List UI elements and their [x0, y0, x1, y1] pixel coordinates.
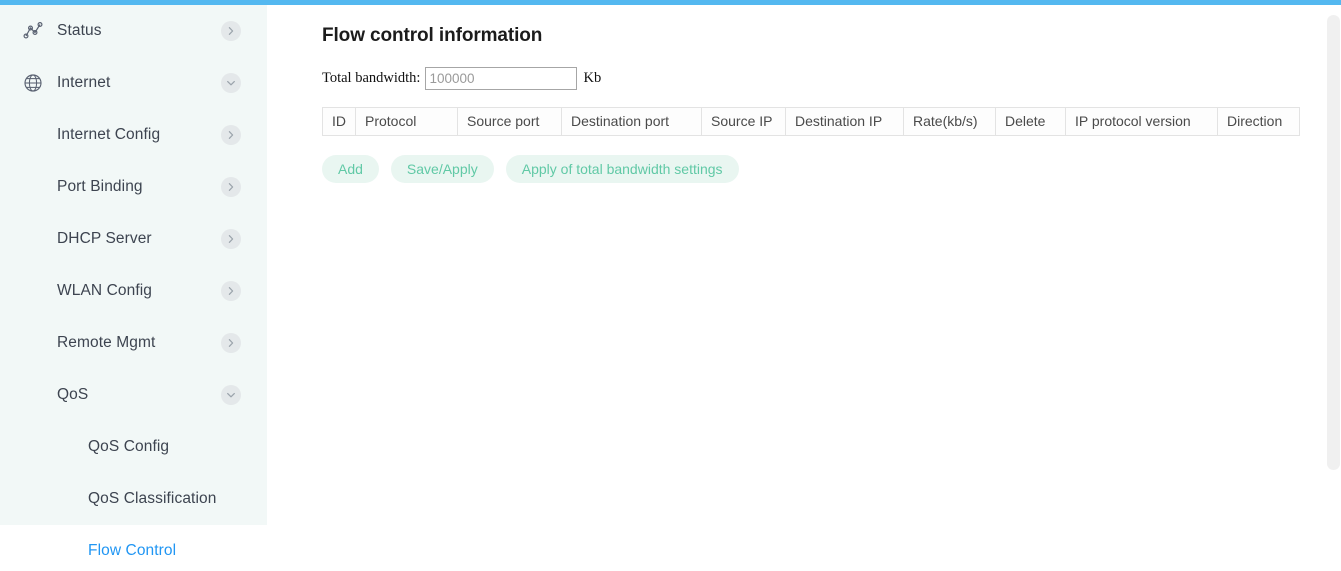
- sidebar-item-internet-config[interactable]: Internet Config: [0, 109, 267, 161]
- sidebar-item-label: QoS Classification: [88, 490, 217, 507]
- sidebar-item-internet[interactable]: Internet: [0, 57, 267, 109]
- flow-control-table: ID Protocol Source port Destination port Sou…: [322, 107, 1300, 136]
- sidebar-item-port-binding[interactable]: Port Binding: [0, 161, 267, 213]
- sidebar-item-label: DHCP Server: [57, 230, 152, 247]
- sidebar-item-label: Port Binding: [57, 178, 143, 195]
- page-title: Flow control information: [322, 25, 543, 46]
- table-header-source-port: Source port: [457, 107, 562, 136]
- chevron-right-icon[interactable]: [221, 333, 241, 353]
- chevron-down-icon[interactable]: [221, 73, 241, 93]
- sidebar-item-qos-classification[interactable]: QoS Classification: [0, 473, 267, 525]
- sidebar-item-label: QoS Config: [88, 438, 170, 455]
- table-header-protocol: Protocol: [355, 107, 458, 136]
- table-header-direction: Direction: [1217, 107, 1300, 136]
- chevron-right-icon[interactable]: [221, 21, 241, 41]
- table-header-id: ID: [322, 107, 356, 136]
- table-header-delete: Delete: [995, 107, 1066, 136]
- sidebar-item-dhcp-server[interactable]: DHCP Server: [0, 213, 267, 265]
- total-bandwidth-input[interactable]: [425, 67, 578, 90]
- page-scrollbar[interactable]: [1326, 5, 1341, 571]
- sidebar-item-qos-config[interactable]: QoS Config: [0, 421, 267, 473]
- save-apply-button[interactable]: Save/Apply: [390, 155, 494, 183]
- table-header-source-ip: Source IP: [701, 107, 786, 136]
- total-bandwidth-label: Total bandwidth:: [322, 70, 421, 86]
- table-header-destination-ip: Destination IP: [785, 107, 904, 136]
- total-bandwidth-unit: Kb: [583, 70, 602, 86]
- table-header-row: ID Protocol Source port Destination port Sou…: [322, 107, 1300, 136]
- sidebar-item-label: Status: [57, 22, 102, 39]
- main-content: Flow control information Total bandwidth…: [267, 5, 1341, 571]
- chevron-right-icon[interactable]: [221, 281, 241, 301]
- action-button-row: Add Save/Apply Apply of total bandwidth se…: [322, 155, 1341, 183]
- flow-control-table-head: ID Protocol Source port Destination port Sou…: [322, 107, 1300, 136]
- table-header-destination-port: Destination port: [561, 107, 702, 136]
- total-bandwidth-row: Total bandwidth: Kb: [322, 67, 1341, 90]
- activity-chart-icon: [22, 20, 44, 42]
- sidebar-item-wlan-config[interactable]: WLAN Config: [0, 265, 267, 317]
- globe-icon: [22, 72, 44, 94]
- sidebar-item-label: WLAN Config: [57, 282, 152, 299]
- page-scrollbar-thumb[interactable]: [1327, 15, 1340, 470]
- table-header-rate-kb-s: Rate(kb/s): [903, 107, 996, 136]
- sidebar-item-label: Internet: [57, 74, 111, 91]
- sidebar-item-status[interactable]: Status: [0, 5, 267, 57]
- table-header-ip-protocol-version: IP protocol version: [1065, 107, 1218, 136]
- sidebar-item-flow-control[interactable]: Flow Control: [0, 525, 267, 571]
- apply-of-total-bandwidth-settings-button[interactable]: Apply of total bandwidth settings: [505, 155, 739, 183]
- sidebar-item-label: Flow Control: [88, 542, 177, 559]
- sidebar-item-qos[interactable]: QoS: [0, 369, 267, 421]
- sidebar-item-label: Remote Mgmt: [57, 334, 156, 351]
- sidebar-item-remote-mgmt[interactable]: Remote Mgmt: [0, 317, 267, 369]
- chevron-down-icon[interactable]: [221, 385, 241, 405]
- chevron-right-icon[interactable]: [221, 229, 241, 249]
- sidebar-item-label: Internet Config: [57, 126, 161, 143]
- add-button[interactable]: Add: [322, 155, 379, 183]
- chevron-right-icon[interactable]: [221, 125, 241, 145]
- sidebar-navigation: Status Internet Internet Config Port Bindin…: [0, 5, 267, 571]
- chevron-right-icon[interactable]: [221, 177, 241, 197]
- sidebar-item-label: QoS: [57, 386, 89, 403]
